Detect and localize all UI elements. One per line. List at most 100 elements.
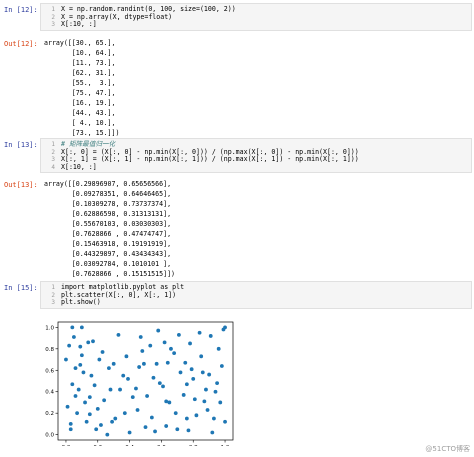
scatter-point xyxy=(86,340,91,345)
scatter-point xyxy=(124,354,129,359)
watermark: @51CTO博客 xyxy=(425,445,470,453)
scatter-point xyxy=(135,408,140,412)
scatter-point xyxy=(194,413,199,418)
scatter-point xyxy=(99,423,103,427)
line-number: 3 xyxy=(51,156,55,164)
scatter-point xyxy=(145,394,149,398)
scatter-point xyxy=(68,422,73,426)
scatter-point xyxy=(184,382,189,387)
scatter-point xyxy=(188,341,192,346)
y-tick-label: 0.2 xyxy=(45,411,54,417)
code-line[interactable]: 4 X[:10, :] xyxy=(41,162,471,172)
scatter-point xyxy=(73,366,78,371)
out-prompt-12: Out[12]: xyxy=(4,40,38,48)
y-tick-label: 0.8 xyxy=(45,347,54,353)
y-tick-label: 0.6 xyxy=(45,368,54,374)
scatter-point xyxy=(81,370,86,375)
scatter-point xyxy=(87,395,92,399)
scatter-point xyxy=(113,416,118,421)
plot-area xyxy=(57,321,234,441)
line-number: 1 xyxy=(51,284,55,291)
scatter-point xyxy=(92,383,97,388)
x-tick-label: 1.0 xyxy=(221,445,230,446)
scatter-point xyxy=(173,411,178,416)
scatter-point xyxy=(78,363,83,367)
scatter-point xyxy=(223,325,227,330)
scatter-point xyxy=(79,353,84,358)
code-line[interactable]: 3 plt.show() xyxy=(41,299,471,307)
scatter-point xyxy=(70,325,75,330)
y-tick-label: 1.0 xyxy=(45,325,54,331)
scatter-point xyxy=(72,335,76,339)
scatter-point xyxy=(108,387,113,392)
code-cell-12[interactable]: 1X = np.random.randint(0, 100, size=(100… xyxy=(40,3,472,31)
scatter-point xyxy=(116,332,121,337)
scatter-point xyxy=(208,334,213,338)
line-number: 3 xyxy=(51,21,55,29)
scatter-point xyxy=(67,343,72,348)
scatter-point xyxy=(197,330,202,335)
scatter-point xyxy=(78,344,83,349)
code-line[interactable]: 3 X[:, 1] = (X[:, 1] - np.min(X[:, 1])) /… xyxy=(41,156,471,164)
scatter-point xyxy=(175,427,180,432)
scatter-point xyxy=(121,373,126,378)
in-prompt-13: In [13]: xyxy=(4,141,38,149)
in-prompt-15: In [15]: xyxy=(4,284,38,292)
scatter-point xyxy=(149,415,154,420)
scatter-point xyxy=(68,427,73,432)
scatter-point xyxy=(161,384,165,389)
code-cell-15[interactable]: 1 import matplotlib.pyplot as plt 2 plt.sca… xyxy=(40,281,472,309)
y-tick-label: 0.4 xyxy=(45,390,54,396)
code-cell-13[interactable]: 1 # 矩阵最值归一化 2 X[:, 0] = (X[:, 0] - np.min(X… xyxy=(40,138,472,173)
scatter-point xyxy=(156,328,161,333)
scatter-point xyxy=(157,381,162,386)
scatter-point xyxy=(100,350,105,354)
scatter-point xyxy=(138,335,143,339)
output-13: array([[0.29896907, 0.65656566], [0.0927… xyxy=(44,180,176,278)
scatter-point xyxy=(65,404,70,409)
scatter-point xyxy=(219,364,224,368)
x-tick-label: 0.8 xyxy=(189,445,198,446)
code-text: plt.show() xyxy=(61,298,101,307)
scatter-point xyxy=(212,416,216,421)
scatter-plot: 0.0 0.2 0.4 0.6 0.8 1.0 0.0 0.2 0.4 0.6 0.8 1.0 xyxy=(45,321,234,446)
scatter-point xyxy=(95,406,100,411)
scatter-point xyxy=(216,346,221,351)
scatter-point xyxy=(142,361,146,366)
line-number: 4 xyxy=(51,163,55,171)
scatter-point xyxy=(223,419,227,424)
scatter-point xyxy=(105,432,110,437)
scatter-point xyxy=(184,416,189,421)
scatter-point xyxy=(76,387,81,392)
scatter-point xyxy=(213,389,218,394)
scatter-point xyxy=(122,411,127,416)
scatter-point xyxy=(162,340,167,345)
scatter-point xyxy=(169,346,173,351)
scatter-point xyxy=(110,419,114,424)
scatter-point xyxy=(89,373,94,378)
scatter-point xyxy=(215,381,219,386)
code-line[interactable]: 2X = np.array(X, dtype=float) xyxy=(41,13,471,22)
code-line[interactable]: 2 plt.scatter(X[:, 0], X[:, 1]) xyxy=(41,291,471,300)
code-text: X[:10, :] xyxy=(61,20,97,29)
scatter-point xyxy=(165,360,170,365)
scatter-point xyxy=(134,386,138,391)
line-number: 3 xyxy=(51,299,55,307)
scatter-point xyxy=(143,425,148,430)
scatter-point xyxy=(127,430,132,435)
scatter-point xyxy=(64,357,68,362)
scatter-point xyxy=(107,366,111,371)
scatter-point xyxy=(97,357,102,362)
scatter-point xyxy=(177,332,181,337)
x-tick-label: 0.6 xyxy=(157,445,166,446)
scatter-point xyxy=(199,354,204,359)
scatter-point xyxy=(118,387,122,392)
y-tick-label: 0.0 xyxy=(45,433,54,439)
scatter-point xyxy=(164,424,169,428)
scatter-point xyxy=(218,400,223,405)
code-text: X[:10, :] xyxy=(61,162,97,171)
scatter-point xyxy=(189,367,194,372)
code-line[interactable]: 3 X[:10, :] xyxy=(41,21,471,29)
x-tick-label: 0.4 xyxy=(125,445,134,446)
scatter-point xyxy=(94,427,99,432)
